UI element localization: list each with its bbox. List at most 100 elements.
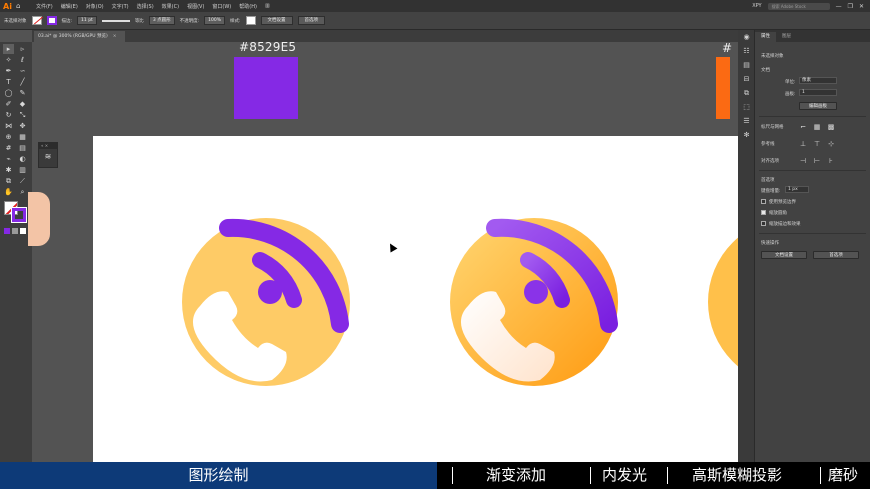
paintbrush-tool-icon[interactable]: ✎	[17, 88, 28, 98]
properties-panel-icon[interactable]: ◉	[738, 30, 755, 44]
workspace-switcher[interactable]: XPY	[752, 3, 761, 9]
eraser-tool-icon[interactable]: ◆	[17, 99, 28, 109]
preview-bounds-checkbox[interactable]	[761, 199, 766, 204]
gradient-phone-icon[interactable]	[450, 218, 618, 386]
stroke-profile-label[interactable]: 等比	[135, 18, 144, 24]
snap-to-grid-icon[interactable]: ⊢	[813, 157, 821, 165]
grid-icon[interactable]: ▦	[813, 123, 821, 131]
brush-definition-select[interactable]: 3 点圆形	[148, 16, 175, 25]
menu-file[interactable]: 文件(F)	[36, 3, 53, 10]
type-tool-icon[interactable]: T	[3, 77, 14, 87]
arrange-documents-icon[interactable]: ▥	[265, 3, 270, 9]
appearance-panel-icon[interactable]: ☰	[738, 114, 755, 128]
menu-help[interactable]: 帮助(H)	[239, 3, 257, 10]
menu-edit[interactable]: 编辑(E)	[61, 3, 78, 10]
snap-to-point-icon[interactable]: ⊣	[799, 157, 807, 165]
ruler-icon[interactable]: ⌐	[799, 123, 807, 131]
preferences-button[interactable]: 首选项	[297, 16, 326, 25]
hand-tool-icon[interactable]: ✋	[3, 187, 14, 197]
shaper-tool-icon[interactable]: ✐	[3, 99, 14, 109]
none-mode-icon[interactable]	[20, 228, 26, 234]
lock-guides-icon[interactable]: ⊤	[813, 140, 821, 148]
stroke-weight-field[interactable]: 11 pt	[77, 16, 97, 25]
scale-corners-checkbox[interactable]	[761, 210, 766, 215]
align-panel-icon[interactable]: ⊟	[738, 72, 755, 86]
tab-layers[interactable]: 图层	[776, 32, 797, 42]
color-mode-row	[4, 228, 26, 234]
scale-tool-icon[interactable]: ⤡	[17, 110, 28, 120]
flat-phone-icon[interactable]	[182, 218, 350, 386]
variable-width-profile[interactable]	[101, 19, 130, 22]
layers-panel-icon[interactable]: ▤	[738, 58, 755, 72]
color-mode-icon[interactable]	[4, 228, 10, 234]
layers-stack-icon[interactable]: ≋	[39, 149, 57, 165]
symbol-sprayer-tool-icon[interactable]: ✱	[3, 165, 14, 175]
transform-panel-icon[interactable]: ⬚	[738, 100, 755, 114]
scale-corners-label: 缩放圆角	[769, 211, 787, 216]
floating-mini-panel[interactable]: « × ≋	[38, 142, 58, 168]
artboard-select[interactable]: 1	[799, 89, 837, 96]
quick-preferences-button[interactable]: 首选项	[813, 251, 859, 259]
selection-tool-icon[interactable]: ▸	[3, 44, 14, 54]
document-tab[interactable]: 03.ai* @ 300% (RGB/GPU 预览) ×	[34, 31, 125, 42]
divider	[759, 233, 866, 234]
stock-search-input[interactable]: 搜索 Adobe Stock	[767, 2, 830, 10]
smart-guides-icon[interactable]: ⊹	[827, 140, 835, 148]
divider	[759, 116, 866, 117]
gradient-mode-icon[interactable]	[12, 228, 18, 234]
line-tool-icon[interactable]: ╱	[17, 77, 28, 87]
units-select[interactable]: 像素	[799, 77, 837, 84]
pen-tool-icon[interactable]: ✒	[3, 66, 14, 76]
pasteboard[interactable]: #8529E5 #	[32, 42, 738, 462]
purple-dot	[258, 280, 282, 304]
width-tool-icon[interactable]: ⋈	[3, 121, 14, 131]
pixel-snap-icon[interactable]: ⊦	[827, 157, 835, 165]
gradient-tool-icon[interactable]: ▤	[17, 143, 28, 153]
tab-properties[interactable]: 属性	[755, 32, 776, 42]
scale-strokes-checkbox[interactable]	[761, 221, 766, 226]
maximize-button[interactable]: ❐	[848, 3, 853, 10]
zoom-tool-icon[interactable]: ⌕	[17, 187, 28, 197]
shape-builder-tool-icon[interactable]: ⊕	[3, 132, 14, 142]
curvature-tool-icon[interactable]: ∽	[17, 66, 28, 76]
blend-tool-icon[interactable]: ◐	[17, 154, 28, 164]
transparency-grid-icon[interactable]: ▩	[827, 123, 835, 131]
ellipse-tool-icon[interactable]: ◯	[3, 88, 14, 98]
keyboard-increment-label: 键盘增量:	[761, 189, 781, 194]
edit-artboards-button[interactable]: 编辑画板	[799, 102, 837, 110]
document-setup-button[interactable]: 文档设置	[260, 16, 293, 25]
minimize-button[interactable]: —	[836, 3, 842, 10]
fill-stroke-control[interactable]	[3, 200, 29, 224]
menu-type[interactable]: 文字(T)	[112, 3, 129, 10]
menu-window[interactable]: 窗口(W)	[212, 3, 231, 10]
libraries-panel-icon[interactable]: ☷	[738, 44, 755, 58]
menu-effect[interactable]: 效果(C)	[162, 3, 179, 10]
mesh-tool-icon[interactable]: #	[3, 143, 14, 153]
brushes-panel-icon[interactable]: ✻	[738, 128, 755, 142]
menu-select[interactable]: 选择(S)	[137, 3, 154, 10]
opacity-field[interactable]: 100%	[204, 16, 226, 25]
home-icon[interactable]: ⌂	[16, 2, 26, 11]
slice-tool-icon[interactable]: ⟋	[17, 176, 28, 186]
show-guides-icon[interactable]: ⊥	[799, 140, 807, 148]
close-button[interactable]: ✕	[859, 3, 864, 10]
perspective-grid-tool-icon[interactable]: ▦	[17, 132, 28, 142]
direct-selection-tool-icon[interactable]: ▹	[17, 44, 28, 54]
menu-object[interactable]: 对象(O)	[86, 3, 104, 10]
menu-view[interactable]: 视图(V)	[187, 3, 204, 10]
artboard-tool-icon[interactable]: ⧉	[3, 176, 14, 186]
stroke-swatch[interactable]	[46, 16, 57, 25]
stroke-purple-swatch[interactable]	[11, 207, 27, 223]
eyedropper-tool-icon[interactable]: ⌁	[3, 154, 14, 164]
quick-document-setup-button[interactable]: 文档设置	[761, 251, 807, 259]
puppet-warp-tool-icon[interactable]: ✥	[17, 121, 28, 131]
magic-wand-tool-icon[interactable]: ✧	[3, 55, 14, 65]
lasso-tool-icon[interactable]: ℓ	[17, 55, 28, 65]
keyboard-increment-field[interactable]: 1 px	[785, 186, 809, 193]
rotate-tool-icon[interactable]: ↻	[3, 110, 14, 120]
pathfinder-panel-icon[interactable]: ⧉	[738, 86, 755, 100]
fill-swatch[interactable]	[31, 16, 42, 25]
graph-tool-icon[interactable]: ▥	[17, 165, 28, 175]
graphic-style-swatch[interactable]	[245, 16, 256, 25]
close-tab-icon[interactable]: ×	[113, 34, 117, 39]
